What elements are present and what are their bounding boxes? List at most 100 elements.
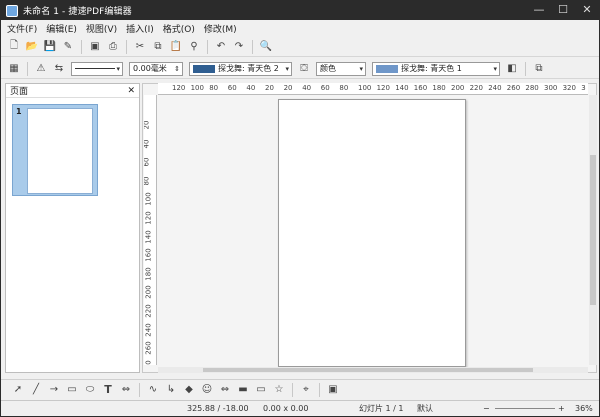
rectangle-icon[interactable]: ▭ <box>65 383 79 397</box>
ruler-tick-label: 3 <box>581 84 586 92</box>
select-icon[interactable]: ➚ <box>11 383 25 397</box>
layout-name: 默认 <box>417 404 433 413</box>
fill-color-value: 探戈舞: 青天色 1 <box>401 64 462 73</box>
line-color-dropdown[interactable]: 探戈舞: 青天色 2 ▾ <box>189 61 292 76</box>
close-panel-icon[interactable]: ✕ <box>127 86 135 96</box>
menu-format[interactable]: 格式(O) <box>163 22 195 35</box>
line-style-dropdown[interactable]: ▾ <box>71 61 123 76</box>
toolbar-separator <box>27 61 28 76</box>
basic-shapes-icon[interactable]: ◆ <box>182 383 196 397</box>
ruler-tick-label: 200 <box>451 84 465 92</box>
toolbar-separator <box>525 61 526 76</box>
horizontal-scrollbar[interactable] <box>158 367 588 373</box>
pages-panel-title: 页面 <box>10 87 29 97</box>
toolbar-separator <box>207 39 208 54</box>
points-icon[interactable]: ⌖ <box>299 383 313 397</box>
menu-modify[interactable]: 修改(M) <box>204 22 237 35</box>
save-icon[interactable]: 💾 <box>43 40 57 54</box>
line-tool-icon[interactable]: ╱ <box>29 383 43 397</box>
text-icon[interactable]: T <box>101 383 115 397</box>
redo-icon[interactable]: ↷ <box>232 40 246 54</box>
pages-panel: 页面 ✕ 1 <box>5 83 140 373</box>
ruler-tick-label: 40 <box>246 84 256 92</box>
ruler-tick-label: 140 <box>144 229 153 244</box>
standard-toolbar: 🗋 📂 💾 ✎ ▣ ⎙ ✂ ⧉ 📋 ⚲ ↶ ↷ 🔍 <box>1 37 599 57</box>
maximize-button[interactable]: ☐ <box>551 1 575 20</box>
zoom-icon[interactable]: 🔍 <box>259 40 273 54</box>
ruler-tick-label: 120 <box>144 211 153 225</box>
line-icon[interactable]: ⚠ <box>34 62 48 76</box>
new-icon[interactable]: 🗋 <box>7 40 21 54</box>
ruler-tick-label: 240 <box>144 322 153 337</box>
line-color-swatch <box>193 64 215 73</box>
minimize-button[interactable]: — <box>527 1 551 20</box>
image-icon[interactable]: ▣ <box>326 383 340 397</box>
menu-file[interactable]: 文件(F) <box>7 22 37 35</box>
ruler-tick-label: 260 <box>144 341 153 355</box>
zoom-slider[interactable] <box>495 408 555 409</box>
open-icon[interactable]: 📂 <box>25 40 39 54</box>
ruler-tick-label: 80 <box>209 84 219 92</box>
ruler-tick-label: 180 <box>432 84 446 92</box>
line-color-value: 探戈舞: 青天色 2 <box>218 64 279 73</box>
menu-insert[interactable]: 插入(I) <box>126 22 154 35</box>
ruler-tick-label: 60 <box>144 157 151 167</box>
copy-icon[interactable]: ⧉ <box>151 40 165 54</box>
undo-icon[interactable]: ↶ <box>214 40 228 54</box>
ruler-tick-label: 120 <box>376 84 390 92</box>
scroll-thumb[interactable] <box>203 368 533 372</box>
connector-icon[interactable]: ↳ <box>164 383 178 397</box>
line-width-field[interactable]: 0.00毫米 ⇕ <box>129 61 183 76</box>
ruler-tick-label: 240 <box>488 84 502 92</box>
vertical-scrollbar[interactable] <box>589 95 597 365</box>
shadow-icon[interactable]: ◧ <box>505 62 519 76</box>
edit-file-icon[interactable]: ✎ <box>61 40 75 54</box>
export-pdf-icon[interactable]: ▣ <box>88 40 102 54</box>
fill-bucket-icon[interactable]: ⛋ <box>297 62 311 76</box>
ruler-tick-label: 300 <box>544 84 558 92</box>
clone-format-icon[interactable]: ⚲ <box>187 40 201 54</box>
paste-icon[interactable]: 📋 <box>169 40 183 54</box>
arrange-icon[interactable]: ⧉ <box>532 62 546 76</box>
stars-icon[interactable]: ☆ <box>272 383 286 397</box>
arrow-line-icon[interactable]: → <box>47 383 61 397</box>
toolbar-separator <box>126 39 127 54</box>
zoom-out-button[interactable]: − <box>483 404 490 413</box>
toolbar-separator <box>81 39 82 54</box>
arrow-style-icon[interactable]: ⇆ <box>52 62 66 76</box>
ruler-tick-label: 40 <box>144 139 151 149</box>
slide-thumbnail[interactable]: 1 <box>12 104 98 196</box>
document-page[interactable] <box>278 99 466 367</box>
ellipse-icon[interactable]: ⬭ <box>83 383 97 397</box>
scroll-thumb[interactable] <box>590 155 596 305</box>
callouts-icon[interactable]: ▭ <box>254 383 268 397</box>
fill-color-dropdown[interactable]: 探戈舞: 青天色 1 ▾ <box>372 61 500 76</box>
fill-type-dropdown[interactable]: 颜色 ▾ <box>316 61 366 76</box>
menu-bar: 文件(F) 编辑(E) 视图(V) 插入(I) 格式(O) 修改(M) <box>1 20 599 36</box>
symbol-shapes-icon[interactable]: ☺ <box>200 383 214 397</box>
toolbar-separator <box>292 382 293 397</box>
vertical-text-icon[interactable]: ⇔ <box>119 383 133 397</box>
app-window: 未命名 1 - 捷速PDF编辑器 — ☐ ✕ 文件(F) 编辑(E) 视图(V)… <box>0 0 600 417</box>
ruler-tick-label: 180 <box>144 267 153 281</box>
ruler-tick-label: 120 <box>172 84 186 92</box>
block-arrows-icon[interactable]: ⇔ <box>218 383 232 397</box>
zoom-in-button[interactable]: + <box>558 404 565 413</box>
menu-view[interactable]: 视图(V) <box>86 22 117 35</box>
ruler-tick-label: 220 <box>144 304 153 318</box>
cut-icon[interactable]: ✂ <box>133 40 147 54</box>
flowchart-icon[interactable]: ▬ <box>236 383 250 397</box>
ruler-tick-label: 280 <box>145 360 153 365</box>
close-button[interactable]: ✕ <box>575 1 599 20</box>
ruler-tick-label: 60 <box>320 84 330 92</box>
menu-edit[interactable]: 编辑(E) <box>46 22 77 35</box>
horizontal-ruler: 120 100 80 60 40 20 20 40 60 80 100 120 140 160 180 200… <box>158 83 588 95</box>
curve-icon[interactable]: ∿ <box>146 383 160 397</box>
grid-icon[interactable]: ▦ <box>7 62 21 76</box>
ruler-tick-label: 20 <box>265 84 274 92</box>
ruler-tick-label: 80 <box>144 176 151 186</box>
line-width-value: 0.00毫米 <box>133 64 167 73</box>
zoom-level: 36% <box>575 404 593 413</box>
print-icon[interactable]: ⎙ <box>106 40 120 54</box>
ruler-tick-label: 200 <box>144 285 153 300</box>
